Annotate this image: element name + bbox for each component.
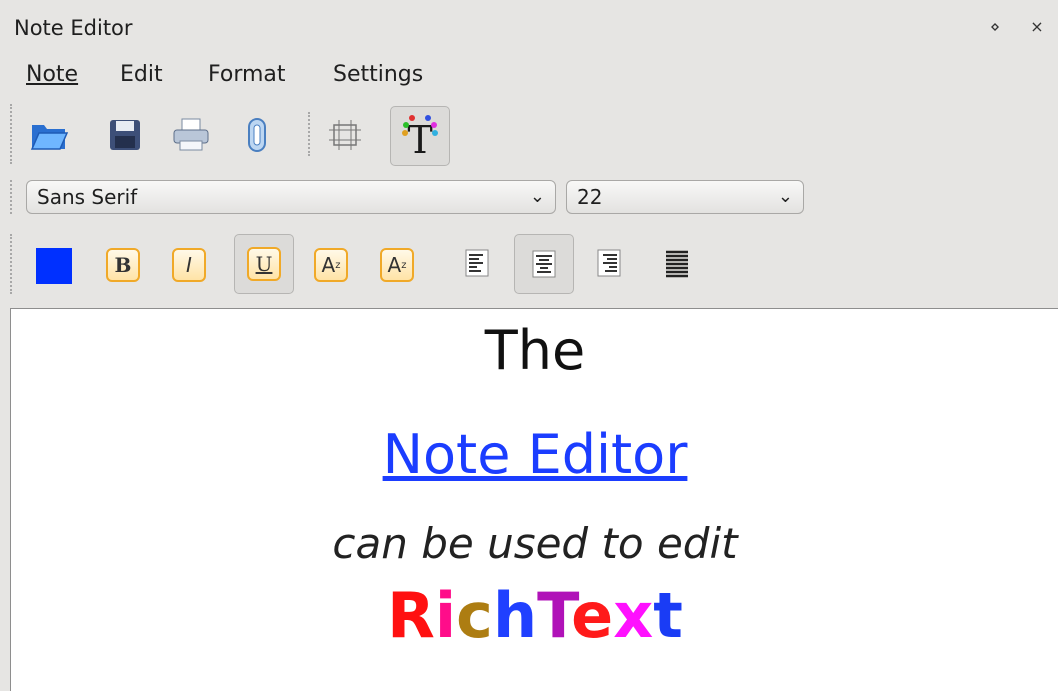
menu-settings[interactable]: Settings xyxy=(333,62,423,87)
richtext-letter: x xyxy=(613,579,654,652)
underline-label: U xyxy=(255,252,273,276)
richtext-letter: R xyxy=(387,579,435,652)
menu-edit[interactable]: Edit xyxy=(120,62,163,87)
align-center-icon[interactable] xyxy=(514,234,574,294)
toolbar-grip[interactable] xyxy=(10,234,18,294)
open-folder-icon[interactable] xyxy=(24,110,74,160)
richtext-letter: e xyxy=(571,579,614,652)
menu-note[interactable]: Note xyxy=(26,62,78,87)
richtext-letter: T xyxy=(537,579,572,652)
chevron-down-icon: ⌄ xyxy=(777,186,793,207)
toolbar-grip[interactable] xyxy=(10,104,18,164)
richtext-letter: c xyxy=(456,579,493,652)
underline-toggle[interactable]: U xyxy=(234,234,294,294)
printer-icon[interactable] xyxy=(166,110,216,160)
menu-settings-label: Settings xyxy=(333,62,424,87)
richtext-letter: h xyxy=(492,579,538,652)
superscript-button[interactable]: Az xyxy=(380,248,414,282)
close-icon[interactable]: × xyxy=(1026,16,1048,38)
bold-button[interactable]: B xyxy=(106,248,140,282)
svg-text:T: T xyxy=(407,118,432,159)
subscript-mark: z xyxy=(335,259,341,271)
font-size-select[interactable]: 22 ⌄ xyxy=(566,180,804,214)
toolbar-grip[interactable] xyxy=(10,180,18,214)
insert-frame-icon[interactable] xyxy=(320,110,370,160)
menu-format-label: Format xyxy=(208,62,286,87)
italic-label: I xyxy=(186,253,192,277)
font-family-value: Sans Serif xyxy=(37,185,138,209)
save-disk-icon[interactable] xyxy=(100,110,150,160)
menu-bar: Note Edit Format Settings xyxy=(0,56,1058,96)
document-line-the: The xyxy=(484,319,586,382)
richtext-letter: i xyxy=(434,579,457,652)
text-color-swatch[interactable] xyxy=(36,248,72,284)
subscript-label: A xyxy=(321,253,336,277)
underline-button: U xyxy=(247,247,281,281)
rich-text-icon[interactable]: T xyxy=(390,106,450,166)
italic-button[interactable]: I xyxy=(172,248,206,282)
pin-icon[interactable]: ⋄ xyxy=(984,16,1006,38)
attach-clip-icon[interactable] xyxy=(232,110,282,160)
bold-label: B xyxy=(114,253,132,277)
window-title: Note Editor xyxy=(14,16,133,40)
chevron-down-icon: ⌄ xyxy=(529,186,545,207)
menu-note-label: Note xyxy=(26,62,79,87)
toolbar-separator xyxy=(308,112,316,156)
align-left-icon[interactable] xyxy=(452,238,502,288)
align-right-icon[interactable] xyxy=(584,238,634,288)
document-link-note-editor[interactable]: Note Editor xyxy=(11,423,1058,486)
menu-format[interactable]: Format xyxy=(208,62,286,87)
richtext-letter: t xyxy=(653,579,683,652)
font-size-value: 22 xyxy=(577,185,603,209)
menu-edit-label: Edit xyxy=(120,62,163,87)
align-justify-icon[interactable] xyxy=(652,238,702,288)
title-bar: Note Editor ⋄ × xyxy=(0,0,1058,56)
document-richtext-word: RichText xyxy=(11,579,1058,652)
superscript-label: A xyxy=(387,253,402,277)
document-line-edit: can be used to edit xyxy=(332,519,738,568)
text-editor-area[interactable]: The Note Editor can be used to edit Rich… xyxy=(10,308,1058,691)
font-family-select[interactable]: Sans Serif ⌄ xyxy=(26,180,556,214)
superscript-mark: z xyxy=(401,259,407,271)
subscript-button[interactable]: Az xyxy=(314,248,348,282)
